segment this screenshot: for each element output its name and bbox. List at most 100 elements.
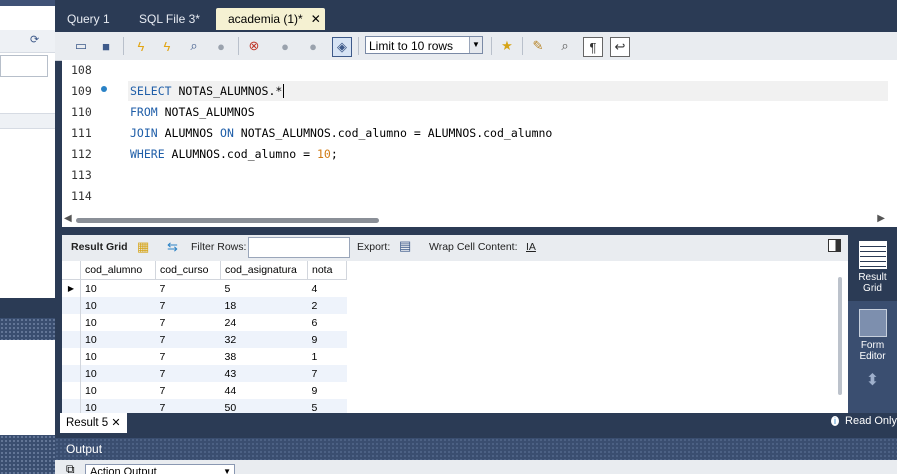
column-header[interactable]: cod_alumno (80, 261, 156, 280)
filter-rows-input[interactable] (248, 237, 350, 258)
table-cell[interactable]: 18 (220, 297, 308, 314)
beautify-icon[interactable]: ✎ (529, 37, 547, 55)
table-cell[interactable]: 9 (308, 382, 347, 399)
table-cell[interactable]: 1 (308, 348, 347, 365)
code-line[interactable]: FROM NOTAS_ALUMNOS (130, 105, 255, 119)
wrap-cell-icon[interactable]: IA (526, 241, 536, 253)
table-cell[interactable]: 6 (308, 314, 347, 331)
table-cell[interactable]: 9 (307, 331, 347, 348)
column-header[interactable]: cod_asignatura (220, 261, 308, 280)
row-header[interactable] (62, 399, 81, 413)
table-cell[interactable]: 10 (81, 280, 156, 298)
scroll-left-icon[interactable]: ◀ (64, 213, 72, 224)
table-cell[interactable]: 43 (220, 365, 308, 382)
schema-filter-input[interactable] (0, 55, 48, 77)
output-panel-icon[interactable]: ⧉ (66, 462, 75, 474)
table-cell[interactable]: 7 (156, 348, 221, 365)
table-cell[interactable]: 10 (81, 382, 156, 399)
table-cell[interactable]: 24 (221, 314, 308, 331)
open-folder-icon[interactable]: ▭ (72, 37, 90, 55)
table-cell[interactable]: 2 (307, 297, 347, 314)
commit-icon[interactable]: ● (276, 37, 294, 55)
table-row[interactable]: 10 7 32 9 (62, 331, 347, 348)
sql-editor[interactable]: 108 109 SELECT NOTAS_ALUMNOS.* 110 FROM NOTA… (62, 60, 897, 213)
refresh-icon[interactable]: ⇆ (167, 239, 178, 255)
table-row[interactable]: 10 7 50 5 (62, 399, 347, 413)
code-line[interactable]: WHERE ALUMNOS.cod_alumno = 10; (130, 147, 338, 161)
table-cell[interactable]: 7 (155, 331, 221, 348)
table-cell[interactable]: 10 (80, 331, 156, 348)
table-cell[interactable]: 5 (221, 280, 308, 298)
grid-icon[interactable]: ▦ (137, 239, 149, 255)
editor-horizontal-scrollbar[interactable]: ◀ ▶ (62, 213, 897, 227)
explain-icon[interactable]: ⌕ (185, 37, 203, 55)
column-header[interactable]: nota (307, 261, 347, 280)
table-cell[interactable]: 10 (81, 314, 156, 331)
table-row[interactable]: 10 7 43 7 (62, 365, 347, 382)
table-cell[interactable]: 7 (156, 382, 221, 399)
table-cell[interactable]: 5 (307, 399, 347, 413)
row-header[interactable] (62, 331, 81, 348)
column-header[interactable]: cod_curso (155, 261, 221, 280)
result-grid: cod_alumno cod_curso cod_asignatura nota… (62, 261, 848, 413)
close-icon[interactable]: ✕ (111, 417, 120, 429)
current-row-marker-icon[interactable]: ▶ (62, 279, 81, 297)
autocommit-icon[interactable]: ◈ (332, 37, 352, 57)
find-icon[interactable]: ⌕ (556, 37, 574, 55)
close-icon[interactable]: ✕ (311, 12, 321, 26)
toggle-error-icon[interactable]: ⊗ (245, 37, 263, 55)
table-cell[interactable]: 10 (80, 297, 156, 314)
scroll-panel-arrows-icon[interactable]: ⬍ (848, 373, 897, 411)
table-cell[interactable]: 50 (220, 399, 308, 413)
form-editor-button[interactable]: Form Editor (848, 303, 897, 369)
execute-icon[interactable]: ϟ (132, 37, 150, 55)
table-cell[interactable]: 7 (155, 365, 221, 382)
row-header[interactable] (62, 297, 81, 314)
table-cell[interactable]: 7 (155, 399, 221, 413)
table-cell[interactable]: 7 (307, 365, 347, 382)
grid-vertical-scrollbar[interactable] (838, 277, 842, 395)
scroll-thumb[interactable] (76, 218, 379, 223)
output-type-select[interactable]: Action Output ▼ (85, 464, 235, 474)
table-cell[interactable]: 7 (155, 297, 221, 314)
chevron-down-icon[interactable]: ▼ (223, 465, 231, 474)
wrap-icon[interactable]: ↩ (610, 37, 630, 57)
toggle-panel-icon[interactable] (828, 239, 841, 252)
tab-sql-file-3[interactable]: SQL File 3* (127, 8, 219, 30)
table-cell[interactable]: 10 (80, 365, 156, 382)
table-row[interactable]: 10 7 38 1 (62, 348, 347, 365)
tab-academia[interactable]: academia (1)* ✕ (216, 8, 325, 30)
row-header[interactable] (62, 314, 81, 331)
table-cell[interactable]: 32 (220, 331, 308, 348)
limit-rows-select[interactable]: Limit to 10 rows ▼ (365, 36, 483, 54)
code-line[interactable]: SELECT NOTAS_ALUMNOS.* (130, 84, 285, 98)
invisible-chars-icon[interactable]: ¶ (583, 37, 603, 57)
table-cell[interactable]: 4 (308, 280, 347, 298)
splitter[interactable] (55, 227, 897, 235)
table-cell[interactable]: 10 (80, 399, 156, 413)
export-icon[interactable]: ▤ (399, 238, 411, 254)
code-line[interactable]: JOIN ALUMNOS ON NOTAS_ALUMNOS.cod_alumno… (130, 126, 552, 140)
chevron-down-icon[interactable]: ▼ (469, 37, 482, 53)
bookmark-star-icon[interactable]: ★ (498, 37, 516, 55)
row-header[interactable] (62, 365, 81, 382)
refresh-icon[interactable]: ⟳ (30, 33, 39, 46)
table-cell[interactable]: 44 (221, 382, 308, 399)
execute-current-icon[interactable]: ϟ (158, 37, 176, 55)
table-cell[interactable]: 38 (221, 348, 308, 365)
rollback-icon[interactable]: ● (304, 37, 322, 55)
table-row[interactable]: ▶ 10 7 5 4 (62, 279, 347, 298)
table-row[interactable]: 10 7 44 9 (62, 382, 347, 399)
table-cell[interactable]: 10 (81, 348, 156, 365)
tab-result-5[interactable]: Result 5 ✕ (60, 413, 127, 433)
table-cell[interactable]: 7 (156, 280, 221, 298)
save-icon[interactable]: ■ (97, 37, 115, 55)
table-row[interactable]: 10 7 24 6 (62, 314, 347, 331)
result-grid-button[interactable]: Result Grid (848, 235, 897, 301)
row-header[interactable] (62, 348, 81, 365)
stop-icon[interactable]: ● (212, 37, 230, 55)
table-row[interactable]: 10 7 18 2 (62, 297, 347, 314)
scroll-right-icon[interactable]: ▶ (877, 213, 885, 224)
row-header[interactable] (62, 382, 81, 399)
table-cell[interactable]: 7 (156, 314, 221, 331)
